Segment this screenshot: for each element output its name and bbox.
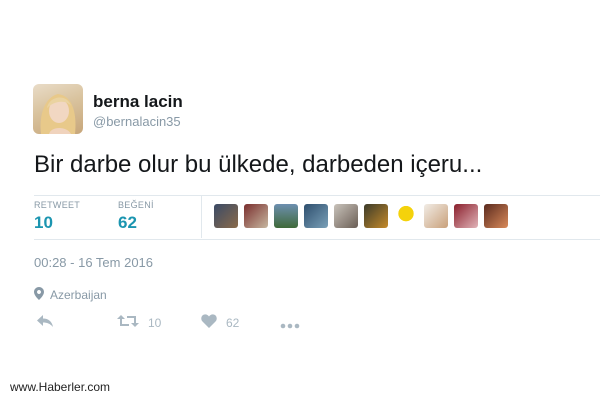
liker-avatar[interactable]	[214, 204, 238, 228]
divider-top	[34, 195, 600, 196]
retweet-stat-label[interactable]: RETWEET	[34, 200, 80, 210]
like-stat-count[interactable]: 62	[118, 213, 137, 233]
reply-icon	[36, 314, 54, 331]
more-button[interactable]	[280, 318, 300, 332]
liker-avatar[interactable]	[334, 204, 358, 228]
retweet-icon	[117, 314, 139, 331]
display-name[interactable]: berna lacin	[93, 92, 183, 112]
location-name: Azerbaijan	[50, 288, 107, 302]
likers-list	[214, 204, 508, 228]
liker-avatar[interactable]	[394, 204, 418, 228]
liker-avatar[interactable]	[484, 204, 508, 228]
liker-avatar[interactable]	[244, 204, 268, 228]
retweet-stat-count[interactable]: 10	[34, 213, 53, 233]
user-handle[interactable]: @bernalacin35	[93, 114, 181, 129]
tweet-location[interactable]: Azerbaijan	[34, 287, 107, 303]
liker-avatar[interactable]	[454, 204, 478, 228]
reply-button[interactable]	[36, 314, 54, 331]
tweet-text: Bir darbe olur bu ülkede, darbeden içeru…	[34, 151, 483, 178]
tweet-timestamp[interactable]: 00:28 - 16 Tem 2016	[34, 255, 153, 270]
watermark: www.Haberler.com	[10, 380, 111, 394]
liker-avatar[interactable]	[274, 204, 298, 228]
retweet-button[interactable]: 10	[117, 314, 161, 331]
stats-divider	[201, 196, 202, 238]
heart-icon	[201, 314, 217, 331]
location-pin-icon	[34, 287, 44, 303]
liker-avatar[interactable]	[424, 204, 448, 228]
divider-stats-bottom	[34, 239, 600, 240]
like-action-count: 62	[226, 315, 240, 330]
like-stat-label[interactable]: BEĞENİ	[118, 200, 154, 210]
avatar[interactable]	[33, 84, 83, 134]
liker-avatar[interactable]	[364, 204, 388, 228]
like-button[interactable]: 62	[201, 314, 239, 331]
more-dots-icon	[280, 318, 300, 332]
retweet-action-count: 10	[148, 315, 162, 330]
liker-avatar[interactable]	[304, 204, 328, 228]
